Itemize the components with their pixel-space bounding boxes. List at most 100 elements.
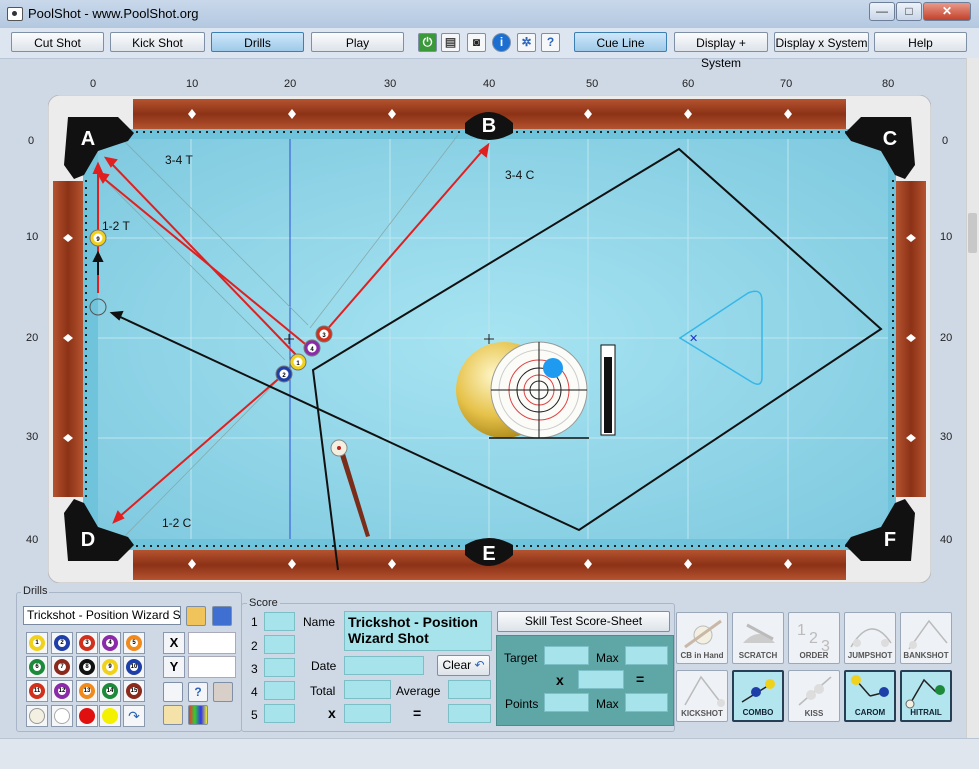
ball-button-14[interactable]: 14 [99, 680, 121, 702]
target-field[interactable] [544, 646, 589, 665]
new-document-icon[interactable] [163, 682, 183, 702]
ball-button-7[interactable]: 7 [51, 656, 73, 678]
scratch-button[interactable]: SCRATCH [732, 612, 784, 664]
cue-line-button[interactable]: Cue Line [574, 32, 667, 52]
combo-button[interactable]: COMBO [732, 670, 784, 722]
help-icon[interactable]: ? [541, 33, 560, 52]
ball-button-15[interactable]: 15 [123, 680, 145, 702]
ball-button-6[interactable]: 6 [26, 656, 48, 678]
cue-ball-button[interactable] [26, 705, 48, 727]
drill-name-input[interactable]: Trickshot - Position Wizard Shot [23, 606, 181, 625]
minimize-button[interactable]: — [869, 2, 895, 21]
points-field[interactable] [544, 693, 589, 712]
ruler-left-0: 0 [28, 135, 35, 147]
close-button[interactable]: ✕ [923, 2, 971, 21]
list-icon[interactable] [213, 682, 233, 702]
open-folder-icon[interactable] [186, 606, 206, 626]
carom-button[interactable]: CAROM [844, 670, 896, 722]
ball-button-5[interactable]: 5 [123, 632, 145, 654]
save-icon[interactable] [212, 606, 232, 626]
score-field-4[interactable] [264, 681, 295, 700]
order-button[interactable]: 123 ORDER [788, 612, 840, 664]
score-field-1[interactable] [264, 612, 295, 631]
scrollbar-thumb[interactable] [968, 213, 977, 253]
help-button[interactable]: Help [874, 32, 967, 52]
y-button[interactable]: Y [163, 656, 185, 678]
bankshot-button[interactable]: BANKSHOT [900, 612, 952, 664]
yellow-marker-button[interactable] [99, 705, 121, 727]
display-plus-system-button[interactable]: Display + System [674, 32, 768, 70]
ball-button-1[interactable]: 1 [26, 632, 48, 654]
red-marker-button[interactable] [76, 705, 98, 727]
x-button[interactable]: X [163, 632, 185, 654]
hitrail-button[interactable]: HITRAIL [900, 670, 952, 722]
target-label: Target [504, 651, 538, 665]
ruler-top-50: 50 [586, 78, 599, 90]
cb-in-hand-label: CB in Hand [680, 651, 724, 660]
ball-button-13[interactable]: 13 [76, 680, 98, 702]
display-times-system-button[interactable]: Display x System [774, 32, 869, 52]
score-row-1-label: 1 [251, 615, 258, 629]
average-field[interactable] [448, 680, 491, 699]
play-button[interactable]: Play [311, 32, 404, 52]
power-icon[interactable]: ⏻ [418, 33, 437, 52]
order-label: ORDER [799, 651, 829, 660]
ball-button-2[interactable]: 2 [51, 632, 73, 654]
ball-button-9[interactable]: 9 [99, 656, 121, 678]
drills-button[interactable]: Drills [211, 32, 304, 52]
score-field-2[interactable] [264, 635, 295, 654]
cue-ball[interactable] [330, 439, 348, 457]
score-field-3[interactable] [264, 658, 295, 677]
label-1-2-t: 1-2 T [102, 219, 130, 233]
result-field[interactable] [448, 704, 491, 723]
jumpshot-button[interactable]: JUMPSHOT [844, 612, 896, 664]
app-icon [7, 7, 23, 21]
date-field[interactable] [344, 656, 424, 675]
ball-1[interactable]: 1 [289, 353, 307, 371]
color-palette-icon[interactable] [188, 705, 208, 725]
x-coordinate-field[interactable] [188, 632, 236, 654]
hitrail-label: HITRAIL [910, 708, 942, 717]
ruler-left-10: 10 [26, 231, 39, 243]
ball-button-8[interactable]: 8 [76, 656, 98, 678]
y-coordinate-field[interactable] [188, 656, 236, 678]
ball-9[interactable]: 9 [89, 229, 107, 247]
kiss-button[interactable]: KISS [788, 670, 840, 722]
ball-button-12[interactable]: 12 [51, 680, 73, 702]
ball-button-4[interactable]: 4 [99, 632, 121, 654]
clear-button[interactable]: Clear ↶ [437, 655, 490, 676]
multiplier-field[interactable] [344, 704, 391, 723]
ball-button-10[interactable]: 10 [123, 656, 145, 678]
cb-in-hand-button[interactable]: CB in Hand [676, 612, 728, 664]
total-field[interactable] [344, 680, 391, 699]
maximize-button[interactable]: □ [896, 2, 922, 21]
rack-spot-icon: ✕ [689, 333, 698, 345]
printer-icon[interactable]: ▤ [441, 33, 460, 52]
ball-4[interactable]: 4 [303, 339, 321, 357]
score-field-5[interactable] [264, 704, 295, 723]
points-max-field[interactable] [625, 693, 668, 712]
skill-multiplier-field[interactable] [578, 670, 624, 689]
skill-test-button[interactable]: Skill Test Score-Sheet [497, 611, 670, 632]
camera-icon[interactable]: ◙ [467, 33, 486, 52]
ball-2[interactable]: 2 [275, 365, 293, 383]
cut-shot-button[interactable]: Cut Shot [11, 32, 104, 52]
ball-button-11[interactable]: 11 [26, 680, 48, 702]
vertical-scrollbar[interactable] [966, 58, 979, 738]
kick-shot-button[interactable]: Kick Shot [110, 32, 205, 52]
pool-table[interactable]: A B C D E F 3-4 T 3-4 C 1-2 T 1-2 C 9 1 … [47, 94, 932, 584]
ball-3[interactable]: 3 [315, 325, 333, 343]
ball-button-3[interactable]: 3 [76, 632, 98, 654]
notes-icon[interactable] [163, 705, 183, 725]
info-icon[interactable]: i [492, 33, 511, 52]
gear-icon[interactable]: ✲ [517, 33, 536, 52]
target-max-field[interactable] [625, 646, 668, 665]
bankshot-label: BANKSHOT [903, 651, 949, 660]
pocket-e-label: E [482, 543, 495, 565]
document-help-icon[interactable]: ? [188, 682, 208, 702]
ghost-ball-button[interactable] [51, 705, 73, 727]
power-meter[interactable] [600, 344, 616, 436]
redo-icon[interactable]: ↷ [123, 705, 145, 727]
spin-selector[interactable] [456, 341, 589, 439]
kickshot-button[interactable]: KICKSHOT [676, 670, 728, 722]
